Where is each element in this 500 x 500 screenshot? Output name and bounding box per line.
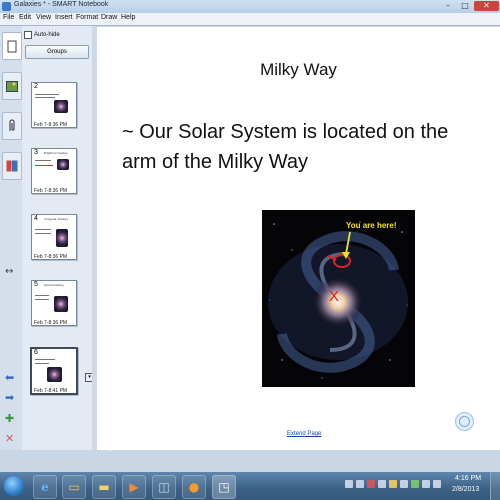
tray-icon[interactable] <box>389 480 397 488</box>
galaxy-thumbnail <box>47 367 62 382</box>
page-title[interactable]: Milky Way <box>97 60 500 80</box>
properties-icon <box>6 160 18 172</box>
text-line <box>35 229 51 230</box>
page-sorter-panel: Auto-hide Groups 2 Feb 7-8:36 PM 3 Ellip… <box>22 26 113 451</box>
page-number: 2 <box>34 83 38 90</box>
groups-button[interactable]: Groups <box>25 45 89 59</box>
windows-taskbar: e ▭ ▬ ▶ ◫ ● ◳ 4:16 PM 2/8/2013 <box>0 472 500 500</box>
autohide-checkbox[interactable]: Auto-hide <box>24 31 60 39</box>
text-line <box>35 295 49 296</box>
tab-properties[interactable] <box>2 152 22 180</box>
gallery-icon <box>6 80 18 92</box>
notes-icon[interactable]: ▭ <box>62 475 86 499</box>
galaxy-thumbnail <box>54 100 68 113</box>
clock-time[interactable]: 4:16 PM <box>455 475 481 482</box>
menu-draw[interactable]: Draw <box>101 14 117 21</box>
network-icon[interactable] <box>411 480 419 488</box>
title-bar: Galaxies * - SMART Notebook – □ ✕ <box>0 0 500 13</box>
milky-way-image[interactable]: You are here! X <box>262 210 415 387</box>
page-number: 3 <box>34 149 38 156</box>
text-line <box>35 233 51 234</box>
galaxy-thumbnail <box>56 229 68 247</box>
page-number: 6 <box>34 349 38 356</box>
close-button[interactable]: ✕ <box>474 1 499 11</box>
text-line <box>35 363 49 364</box>
menu-file[interactable]: File <box>3 14 14 21</box>
tray-icon[interactable] <box>356 480 364 488</box>
menu-bar: File Edit View Insert Format Draw Help <box>0 13 500 26</box>
tab-gallery[interactable] <box>2 72 22 100</box>
page-sorter-icon <box>7 40 17 52</box>
text-line <box>35 165 53 166</box>
volume-icon[interactable] <box>422 480 430 488</box>
you-are-here-label: You are here! <box>346 221 397 230</box>
smart-notebook-icon <box>2 2 11 11</box>
menu-help[interactable]: Help <box>121 14 135 21</box>
page-date: Feb 7-8:41 PM <box>34 388 68 394</box>
resize-arrows-icon[interactable]: ↔ <box>5 266 13 277</box>
page-date: Feb 7-8:36 PM <box>34 122 68 128</box>
text-line <box>35 160 51 161</box>
menu-format[interactable]: Format <box>76 14 98 21</box>
menu-edit[interactable]: Edit <box>19 14 31 21</box>
side-tab-strip: ↔ ⬅ ➡ ✚ ✕ <box>0 26 23 450</box>
window-title: Galaxies * - SMART Notebook <box>14 1 109 8</box>
galaxy-thumbnail <box>54 296 68 312</box>
galaxy-thumbnail <box>57 159 69 170</box>
checkbox-icon <box>24 31 32 39</box>
page-date: Feb 7-8:36 PM <box>34 320 68 326</box>
paperclip-icon <box>9 119 15 131</box>
flag-icon[interactable] <box>433 480 441 488</box>
firefox-icon[interactable]: ● <box>182 475 206 499</box>
network-tool-icon[interactable]: ◫ <box>152 475 176 499</box>
text-line <box>35 359 55 360</box>
thumbnail-title: Elliptical Galaxy <box>44 151 68 155</box>
page-number: 4 <box>34 215 38 222</box>
clock-date[interactable]: 2/8/2013 <box>452 486 479 493</box>
add-page-icon[interactable]: ✚ <box>5 412 14 425</box>
tray-icon[interactable] <box>345 480 353 488</box>
folder-icon[interactable]: ▬ <box>92 475 116 499</box>
next-page-icon[interactable]: ➡ <box>5 391 14 404</box>
maximize-button[interactable]: □ <box>457 1 473 11</box>
previous-page-icon[interactable]: ⬅ <box>5 371 14 384</box>
thumbnail-title: Irregular Galaxy <box>44 217 69 221</box>
internet-explorer-icon[interactable]: e <box>33 475 57 499</box>
tab-page-sorter[interactable] <box>2 32 22 60</box>
smart-notebook-taskbar-icon[interactable]: ◳ <box>212 475 236 499</box>
center-x-marker: X <box>329 288 340 305</box>
text-line <box>35 97 55 98</box>
page-number: 5 <box>34 281 38 288</box>
tray-icon[interactable] <box>367 480 375 488</box>
system-tray <box>345 478 441 494</box>
show-desktop-button[interactable] <box>490 472 500 500</box>
start-button[interactable] <box>4 476 24 496</box>
notebook-page[interactable]: Milky Way ~ Our Solar System is located … <box>97 27 500 450</box>
page-date: Feb 7-8:36 PM <box>34 188 68 194</box>
media-player-icon[interactable]: ▶ <box>122 475 146 499</box>
autohide-label: Auto-hide <box>34 32 60 38</box>
tray-icon[interactable] <box>378 480 386 488</box>
circle-icon <box>459 416 470 427</box>
delete-page-icon[interactable]: ✕ <box>5 432 14 445</box>
tab-attachments[interactable] <box>2 112 22 140</box>
minimize-button[interactable]: – <box>440 1 456 11</box>
text-line <box>35 299 49 300</box>
page-body-text[interactable]: ~ Our Solar System is located on the arm… <box>122 117 452 177</box>
tray-icon[interactable] <box>400 480 408 488</box>
menu-insert[interactable]: Insert <box>55 14 73 21</box>
extend-page-link[interactable]: Extend Page <box>287 431 321 437</box>
page-date: Feb 7-8:36 PM <box>34 254 68 260</box>
text-line <box>35 94 59 95</box>
menu-view[interactable]: View <box>36 14 51 21</box>
floating-tools-button[interactable] <box>455 412 474 431</box>
thumbnail-title: Spiral Galaxy <box>44 283 64 287</box>
